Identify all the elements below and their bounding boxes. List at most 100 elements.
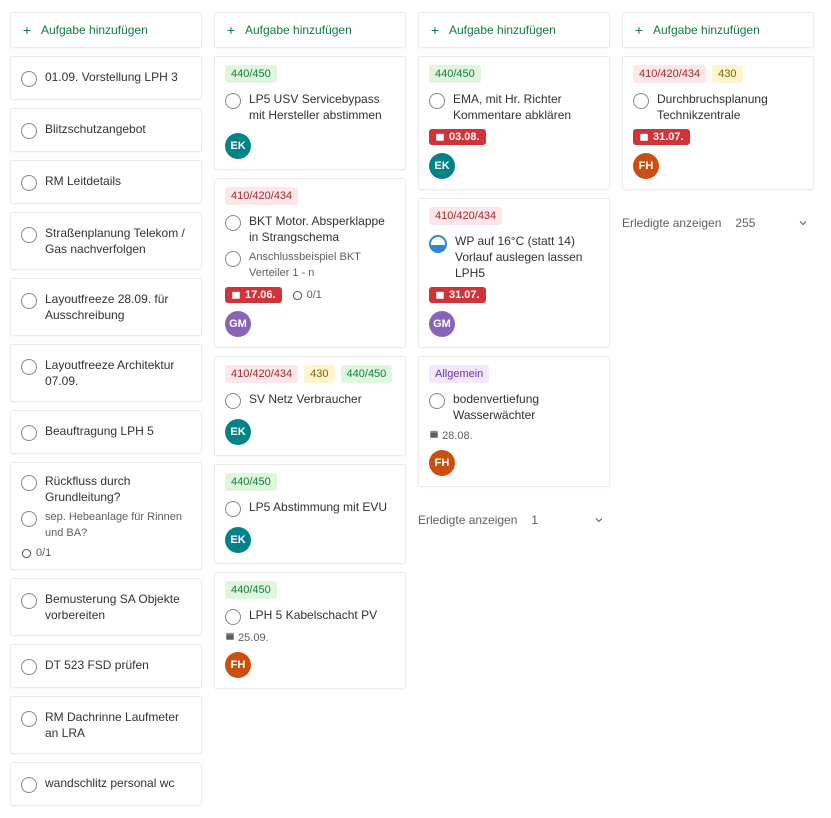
assignee-avatar[interactable]: EK [225,527,251,553]
complete-toggle[interactable] [21,123,37,139]
task-card[interactable]: 440/450LP5 Abstimmung mit EVUEK [214,464,406,564]
assignee-avatar[interactable]: FH [429,450,455,476]
task-title: Layoutfreeze Architektur 07.09. [45,357,191,389]
plus-icon: + [225,24,237,36]
complete-toggle[interactable] [429,93,445,109]
add-task-button[interactable]: + Aufgabe hinzufügen [10,12,202,48]
chevron-down-icon [588,509,610,531]
task-card[interactable]: 410/420/434WP auf 16°C (statt 14) Vorlau… [418,198,610,348]
task-title: Blitzschutzangebot [45,121,146,137]
task-card[interactable]: Rückfluss durch Grundleitung? sep. Hebean… [10,462,202,570]
assignee-avatar[interactable]: EK [429,153,455,179]
add-task-label: Aufgabe hinzufügen [41,23,148,37]
task-row: Layoutfreeze Architektur 07.09. [21,355,191,391]
task-row: LP5 USV Servicebypass mit Hersteller abs… [225,89,395,125]
assignee-avatar[interactable]: EK [225,419,251,445]
task-card[interactable]: Allgemeinbodenvertiefung Wasserwächter 2… [418,356,610,487]
complete-toggle[interactable] [225,393,241,409]
add-task-label: Aufgabe hinzufügen [449,23,556,37]
task-card[interactable]: Layoutfreeze 28.09. für Ausschreibung [10,278,202,336]
assignee-avatar[interactable]: GM [429,311,455,337]
due-date-overdue: 31.07. [633,129,690,145]
task-title: Straßenplanung Telekom / Gas nachverfolg… [45,225,191,257]
task-title: LP5 Abstimmung mit EVU [249,499,387,515]
task-card[interactable]: Blitzschutzangebot [10,108,202,152]
complete-toggle[interactable] [429,235,447,253]
task-row: Durchbruchsplanung Technikzentrale [633,89,803,125]
task-meta: 31.07. [429,287,599,303]
due-date: 25.09. [225,631,269,644]
complete-toggle[interactable] [21,511,37,527]
complete-toggle[interactable] [225,215,241,231]
complete-toggle[interactable] [429,393,445,409]
category-badge: 410/420/434 [633,65,706,83]
task-title: BKT Motor. Absperklappe in Strangschema [249,213,395,245]
task-row: BKT Motor. Absperklappe in Strangschema [225,211,395,247]
add-task-label: Aufgabe hinzufügen [653,23,760,37]
complete-toggle[interactable] [21,175,37,191]
complete-toggle[interactable] [633,93,649,109]
complete-toggle[interactable] [21,227,37,243]
task-meta: 28.08. [429,429,599,442]
task-card[interactable]: Layoutfreeze Architektur 07.09. [10,344,202,402]
task-meta: 17.06.0/1 [225,287,395,303]
task-title: RM Leitdetails [45,173,121,189]
task-meta: 25.09. [225,631,395,644]
show-completed-toggle[interactable]: Erledigte anzeigen1 [418,509,610,531]
task-title: Durchbruchsplanung Technikzentrale [657,91,803,123]
complete-toggle[interactable] [21,293,37,309]
complete-toggle[interactable] [225,609,241,625]
complete-toggle[interactable] [21,711,37,727]
calendar-icon [435,132,445,142]
complete-toggle[interactable] [21,777,37,793]
task-row: DT 523 FSD prüfen [21,655,191,677]
task-card[interactable]: 410/420/434BKT Motor. Absperklappe in St… [214,178,406,348]
plus-icon: + [21,24,33,36]
show-completed-toggle[interactable]: Erledigte anzeigen255 [622,212,814,234]
complete-toggle[interactable] [225,501,241,517]
assignee-avatar[interactable]: FH [633,153,659,179]
task-card[interactable]: wandschlitz personal wc [10,762,202,806]
task-card[interactable]: RM Dachrinne Laufmeter an LRA [10,696,202,754]
task-card[interactable]: 410/420/434430440/450SV Netz Verbraucher… [214,356,406,456]
task-card[interactable]: Straßenplanung Telekom / Gas nachverfolg… [10,212,202,270]
category-badge: 410/420/434 [429,207,502,225]
due-date-overdue: 03.08. [429,129,486,145]
task-card[interactable]: Bemusterung SA Objekte vorbereiten [10,578,202,636]
task-card[interactable]: Beauftragung LPH 5 [10,410,202,454]
task-card[interactable]: 440/450EMA, mit Hr. Richter Kommentare a… [418,56,610,190]
task-card[interactable]: 410/420/434430Durchbruchsplanung Technik… [622,56,814,190]
task-row: wandschlitz personal wc [21,773,191,795]
add-task-label: Aufgabe hinzufügen [245,23,352,37]
category-badge: 440/450 [341,365,393,383]
add-task-button[interactable]: + Aufgabe hinzufügen [214,12,406,48]
category-badge: 440/450 [225,65,277,83]
task-card[interactable]: 440/450 LP5 USV Servicebypass mit Herstel… [214,56,406,170]
task-title: LP5 USV Servicebypass mit Hersteller abs… [249,91,395,123]
task-title: Rückfluss durch Grundleitung? [45,473,191,505]
complete-toggle[interactable] [21,659,37,675]
calendar-icon [435,290,445,300]
task-card[interactable]: 01.09. Vorstellung LPH 3 [10,56,202,100]
category-badge: 430 [304,365,334,383]
complete-toggle[interactable] [21,593,37,609]
plus-icon: + [633,24,645,36]
add-task-button[interactable]: +Aufgabe hinzufügen [418,12,610,48]
task-card[interactable]: DT 523 FSD prüfen [10,644,202,688]
task-card[interactable]: 440/450LPH 5 Kabelschacht PV 25.09.FH [214,572,406,689]
calendar-icon [225,631,235,641]
complete-toggle[interactable] [21,71,37,87]
complete-toggle[interactable] [21,475,37,491]
assignee-avatar[interactable]: GM [225,311,251,337]
task-card[interactable]: RM Leitdetails [10,160,202,204]
add-task-button[interactable]: + Aufgabe hinzufügen [622,12,814,48]
subtask-title: sep. Hebeanlage für Rinnen und BA? [45,509,191,541]
complete-toggle[interactable] [225,251,241,267]
complete-toggle[interactable] [225,93,241,109]
assignee-avatar[interactable]: FH [225,652,251,678]
complete-toggle[interactable] [21,425,37,441]
show-completed-label: Erledigte anzeigen [418,513,517,527]
assignee-avatar[interactable]: EK [225,133,251,159]
task-meta: 03.08. [429,129,599,145]
complete-toggle[interactable] [21,359,37,375]
